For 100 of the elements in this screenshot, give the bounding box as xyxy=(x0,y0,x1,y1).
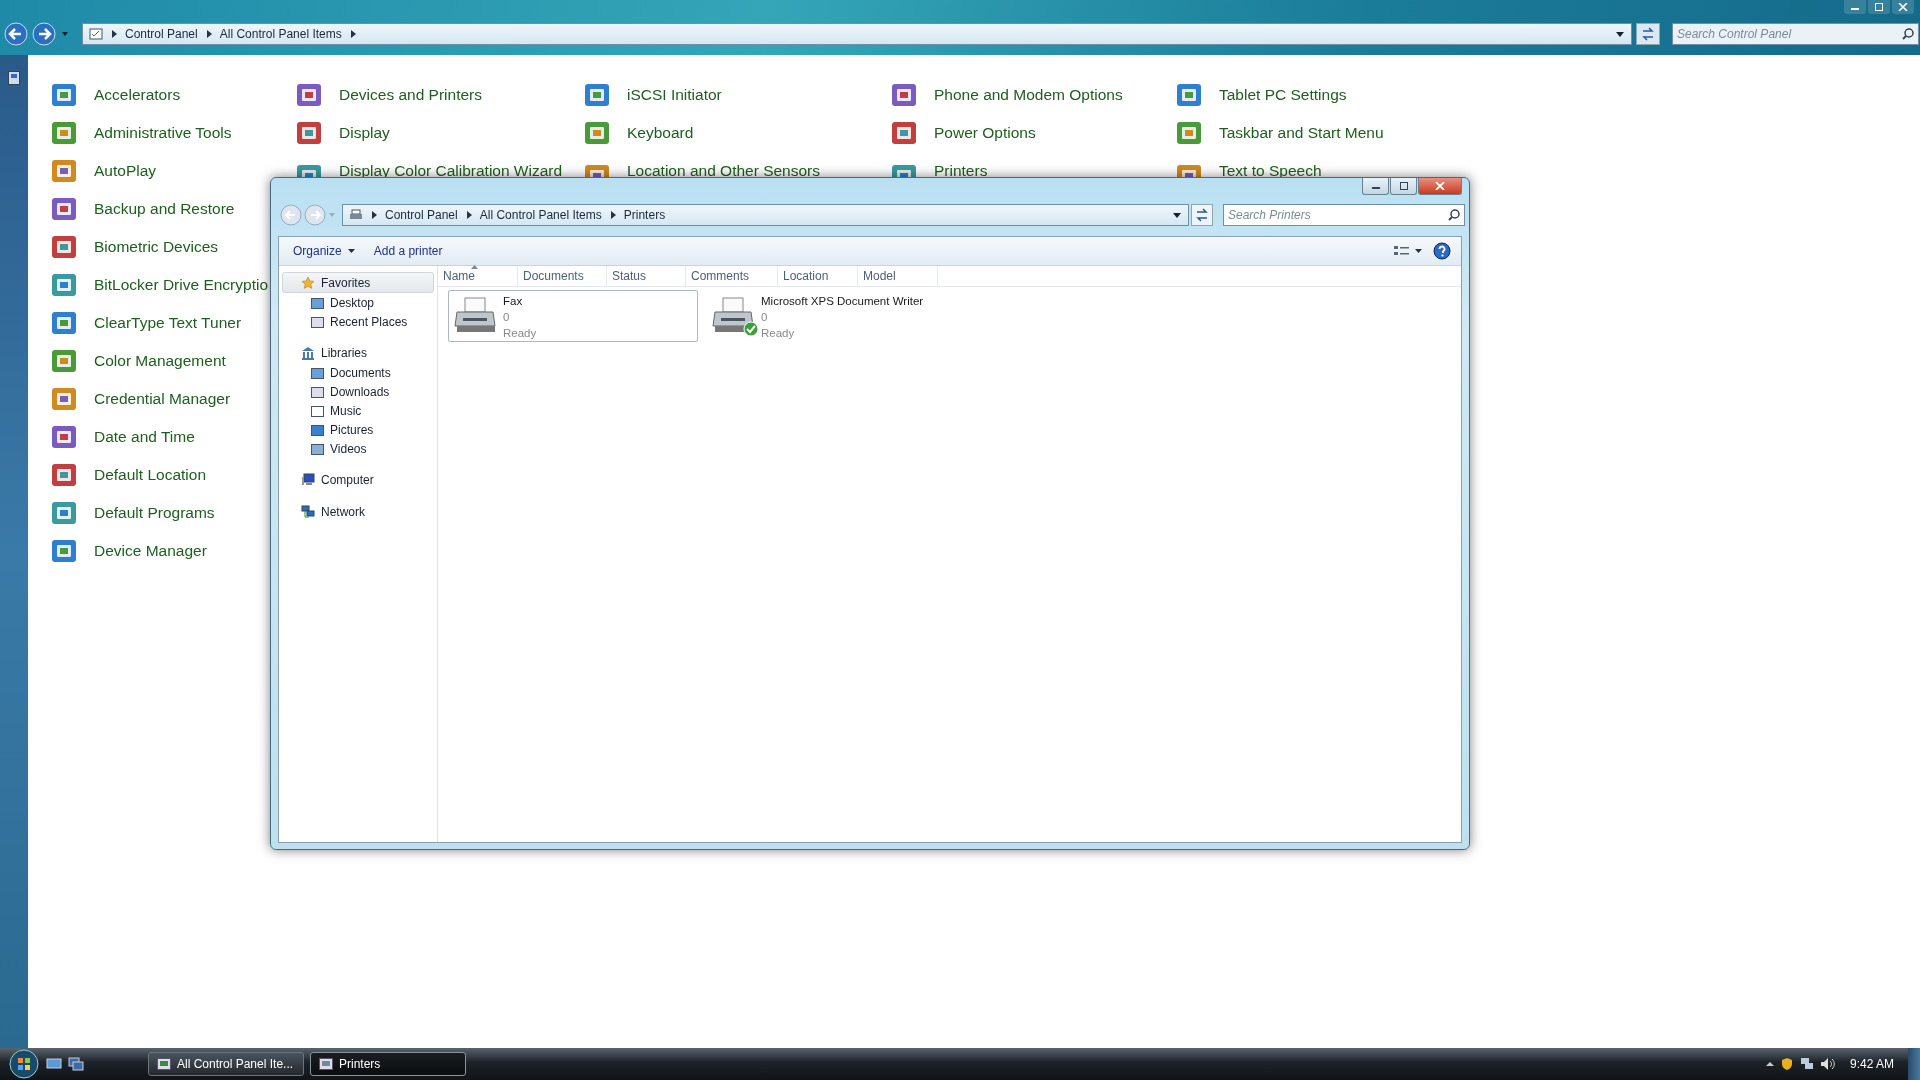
sidebar-item[interactable]: Computer xyxy=(282,469,434,490)
applet-icon[interactable] xyxy=(1175,81,1203,109)
applet-link[interactable]: Administrative Tools xyxy=(94,124,232,142)
shield-icon[interactable] xyxy=(1779,1057,1794,1071)
toolbar-button[interactable]: Add a printer xyxy=(369,241,447,261)
applet-icon[interactable] xyxy=(295,119,323,147)
sidebar-item[interactable]: Videos xyxy=(279,439,437,458)
sidebar-item[interactable]: Documents xyxy=(279,363,437,382)
sidebar-item[interactable]: Network xyxy=(282,501,434,522)
applet-icon[interactable] xyxy=(295,81,323,109)
network-icon[interactable] xyxy=(1799,1057,1814,1071)
applet-icon[interactable] xyxy=(50,499,78,527)
column-header[interactable]: Location xyxy=(778,266,858,286)
panel-icon[interactable] xyxy=(8,71,20,85)
address-bar[interactable]: Control Panel All Control Panel Items xyxy=(82,23,1632,45)
applet-link[interactable]: Tablet PC Settings xyxy=(1219,86,1347,104)
desktop-icon[interactable] xyxy=(46,1057,62,1071)
breadcrumb-item[interactable]: All Control Panel Items xyxy=(219,27,342,41)
applet-icon[interactable] xyxy=(50,233,78,261)
applet-link[interactable]: Keyboard xyxy=(627,124,694,142)
applet-link[interactable]: Accelerators xyxy=(94,86,181,104)
applet-link[interactable]: Backup and Restore xyxy=(94,200,235,218)
applet-icon[interactable] xyxy=(50,461,78,489)
printer-tile[interactable]: Microsoft XPS Document Writer 0 Ready xyxy=(706,290,956,342)
window-switch-icon[interactable] xyxy=(68,1057,84,1071)
applet-link[interactable]: Printers xyxy=(934,162,988,180)
help-icon[interactable] xyxy=(1433,242,1451,260)
applet-link[interactable]: Date and Time xyxy=(94,428,195,446)
applet-icon[interactable] xyxy=(50,119,78,147)
caret-icon[interactable] xyxy=(1765,1060,1774,1068)
sidebar-item[interactable]: Desktop xyxy=(279,293,437,312)
column-header[interactable]: Model xyxy=(858,266,938,286)
applet-icon[interactable] xyxy=(50,537,78,565)
taskbar-button[interactable]: Printers xyxy=(310,1052,466,1076)
sidebar-item[interactable]: Downloads xyxy=(279,382,437,401)
applet-icon[interactable] xyxy=(1175,119,1203,147)
column-header[interactable]: Comments xyxy=(686,266,778,286)
close-button[interactable] xyxy=(1892,0,1914,14)
view-options-icon[interactable] xyxy=(1393,244,1423,258)
applet-link[interactable]: Phone and Modem Options xyxy=(934,86,1123,104)
applet-link[interactable]: Power Options xyxy=(934,124,1036,142)
sidebar-item[interactable]: Music xyxy=(279,401,437,420)
forward-button[interactable] xyxy=(32,22,56,46)
applet-link[interactable]: Default Programs xyxy=(94,504,215,522)
applet-link[interactable]: Taskbar and Start Menu xyxy=(1219,124,1384,142)
dropdown-icon[interactable] xyxy=(1615,29,1625,39)
applet-link[interactable]: AutoPlay xyxy=(94,162,157,180)
applet-link[interactable]: ClearType Text Tuner xyxy=(94,314,242,332)
applet-link[interactable]: Location and Other Sensors xyxy=(627,162,820,180)
toolbar-button[interactable]: Organize xyxy=(289,241,360,261)
applet-icon[interactable] xyxy=(50,157,78,185)
applet-link[interactable]: Device Manager xyxy=(94,542,207,560)
sidebar-item[interactable]: Pictures xyxy=(279,420,437,439)
sidebar-item[interactable]: Libraries xyxy=(282,342,434,363)
breadcrumb-item[interactable]: Control Panel xyxy=(125,27,198,41)
column-header[interactable]: Documents xyxy=(518,266,607,286)
breadcrumb-item[interactable]: Control Panel xyxy=(385,208,458,222)
back-button[interactable] xyxy=(4,22,28,46)
sidebar-item[interactable]: Favorites xyxy=(282,272,434,293)
breadcrumb-item[interactable]: Printers xyxy=(623,208,666,222)
applet-link[interactable]: Display xyxy=(339,124,390,142)
applet-icon[interactable] xyxy=(50,309,78,337)
taskbar-button[interactable]: All Control Panel Ite... xyxy=(148,1052,304,1076)
clock[interactable]: 9:42 AM xyxy=(1849,1057,1894,1071)
applet-link[interactable]: Credential Manager xyxy=(94,390,231,408)
search-field[interactable]: Search Printers xyxy=(1223,204,1465,226)
applet-link[interactable]: iSCSI Initiator xyxy=(627,86,722,104)
applet-link[interactable]: Display Color Calibration Wizard xyxy=(339,162,563,180)
column-header[interactable]: Name xyxy=(438,266,518,286)
applet-icon[interactable] xyxy=(50,423,78,451)
column-header[interactable]: Status xyxy=(607,266,686,286)
applet-icon[interactable] xyxy=(50,81,78,109)
breadcrumb-item[interactable]: All Control Panel Items xyxy=(479,208,602,222)
maximize-button[interactable] xyxy=(1390,178,1417,195)
applet-icon[interactable] xyxy=(50,271,78,299)
start-button[interactable] xyxy=(8,1048,40,1080)
dropdown-icon[interactable] xyxy=(1172,210,1182,220)
applet-link[interactable]: Devices and Printers xyxy=(339,86,482,104)
applet-link[interactable]: BitLocker Drive Encryptio xyxy=(94,276,268,294)
applet-icon[interactable] xyxy=(50,385,78,413)
minimize-button[interactable] xyxy=(1362,178,1389,195)
printer-tile[interactable]: Fax 0 Ready xyxy=(448,290,698,342)
applet-icon[interactable] xyxy=(50,347,78,375)
minimize-button[interactable] xyxy=(1844,0,1866,14)
refresh-button[interactable] xyxy=(1191,204,1213,226)
sidebar-item[interactable]: Recent Places xyxy=(279,312,437,331)
maximize-button[interactable] xyxy=(1868,0,1890,14)
applet-link[interactable]: Default Location xyxy=(94,466,207,484)
applet-icon[interactable] xyxy=(583,119,611,147)
applet-icon[interactable] xyxy=(583,81,611,109)
applet-icon[interactable] xyxy=(890,81,918,109)
refresh-button[interactable] xyxy=(1636,23,1660,45)
applet-link[interactable]: Biometric Devices xyxy=(94,238,219,256)
applet-link[interactable]: Text to Speech xyxy=(1219,162,1322,180)
applet-icon[interactable] xyxy=(890,119,918,147)
address-bar[interactable]: Control Panel All Control Panel Items Printers xyxy=(342,204,1189,226)
speaker-icon[interactable] xyxy=(1819,1057,1836,1071)
applet-icon[interactable] xyxy=(50,195,78,223)
search-field[interactable]: Search Control Panel xyxy=(1672,23,1919,45)
applet-link[interactable]: Color Management xyxy=(94,352,226,370)
